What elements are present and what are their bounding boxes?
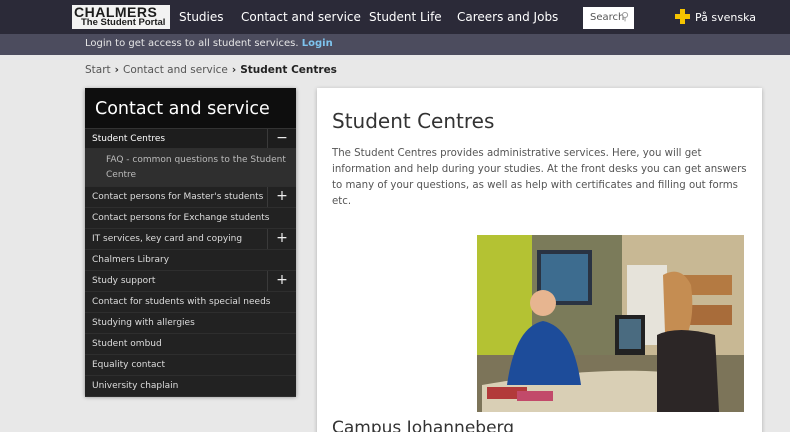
expand-icon[interactable]: +	[267, 229, 296, 249]
sidebar-item-student-ombud[interactable]: Student ombud	[85, 334, 296, 355]
sidebar-item-label: Equality contact	[92, 360, 166, 370]
sidebar-item-equality-contact[interactable]: Equality contact	[85, 355, 296, 376]
sidebar-title: Contact and service	[85, 88, 296, 129]
sidebar-item-label: University chaplain	[92, 381, 179, 391]
login-link[interactable]: Login	[302, 38, 333, 49]
sidebar-item-label: Contact persons for Exchange students	[92, 213, 270, 223]
sidebar-item-exchange-contacts[interactable]: Contact persons for Exchange students	[85, 208, 296, 229]
sidebar-item-it-services[interactable]: IT services, key card and copying +	[85, 229, 296, 250]
section-sidebar: Contact and service Student Centres − FA…	[85, 88, 296, 397]
nav-student-life[interactable]: Student Life	[369, 10, 442, 24]
swedish-flag-icon	[675, 9, 690, 24]
nav-contact-and-service[interactable]: Contact and service	[241, 10, 361, 24]
login-message: Login to get access to all student servi…	[85, 38, 299, 49]
breadcrumb: Start › Contact and service › Student Centre…	[85, 64, 337, 76]
sidebar-item-masters-contacts[interactable]: Contact persons for Master's students +	[85, 187, 296, 208]
sidebar-item-label: Contact for students with special needs	[92, 297, 271, 307]
sidebar-item-university-chaplain[interactable]: University chaplain	[85, 376, 296, 397]
top-navigation-bar: CHALMERS The Student Portal Studies Cont…	[0, 0, 790, 34]
sidebar-item-label: IT services, key card and copying	[92, 234, 243, 244]
sidebar-item-study-support[interactable]: Study support +	[85, 271, 296, 292]
sidebar-item-label: Studying with allergies	[92, 318, 195, 328]
expand-icon[interactable]: +	[267, 271, 296, 291]
sidebar-item-student-centres[interactable]: Student Centres −	[85, 129, 296, 149]
search-placeholder: Search	[590, 12, 625, 23]
nav-studies[interactable]: Studies	[179, 10, 224, 24]
search-input[interactable]: Search ⚲	[583, 7, 634, 29]
intro-text: The Student Centres provides administrat…	[332, 148, 747, 207]
language-switch[interactable]: På svenska	[675, 9, 756, 24]
expand-icon[interactable]: +	[267, 187, 296, 207]
collapse-icon[interactable]: −	[267, 129, 296, 148]
breadcrumb-contact-and-service[interactable]: Contact and service	[123, 64, 228, 76]
chalmers-logo[interactable]: CHALMERS The Student Portal	[72, 5, 170, 29]
breadcrumb-current: Student Centres	[240, 64, 337, 76]
logo-subtitle: The Student Portal	[81, 17, 166, 28]
login-bar: Login to get access to all student servi…	[0, 34, 790, 55]
sidebar-item-label: Student ombud	[92, 339, 162, 349]
sidebar-subitem-faq[interactable]: FAQ - common questions to the Student Ce…	[85, 149, 296, 187]
section-title: Campus Johanneberg	[332, 418, 515, 432]
main-content: Student Centres The Student Centres prov…	[317, 88, 762, 432]
chevron-right-icon: ›	[231, 64, 237, 76]
sidebar-item-allergies[interactable]: Studying with allergies	[85, 313, 296, 334]
page-title: Student Centres	[332, 109, 495, 133]
sidebar-item-library[interactable]: Chalmers Library	[85, 250, 296, 271]
sidebar-item-label: Chalmers Library	[92, 255, 170, 265]
breadcrumb-start[interactable]: Start	[85, 64, 111, 76]
sidebar-item-label: Contact persons for Master's students	[92, 192, 264, 202]
sidebar-item-label: Student Centres	[92, 134, 166, 144]
student-centre-photo	[477, 235, 744, 412]
sidebar-item-label: Study support	[92, 276, 156, 286]
chevron-right-icon: ›	[114, 64, 119, 76]
nav-careers-and-jobs[interactable]: Careers and Jobs	[457, 10, 558, 24]
language-label: På svenska	[695, 11, 757, 24]
search-icon[interactable]: ⚲	[621, 10, 629, 23]
sidebar-item-special-needs[interactable]: Contact for students with special needs	[85, 292, 296, 313]
